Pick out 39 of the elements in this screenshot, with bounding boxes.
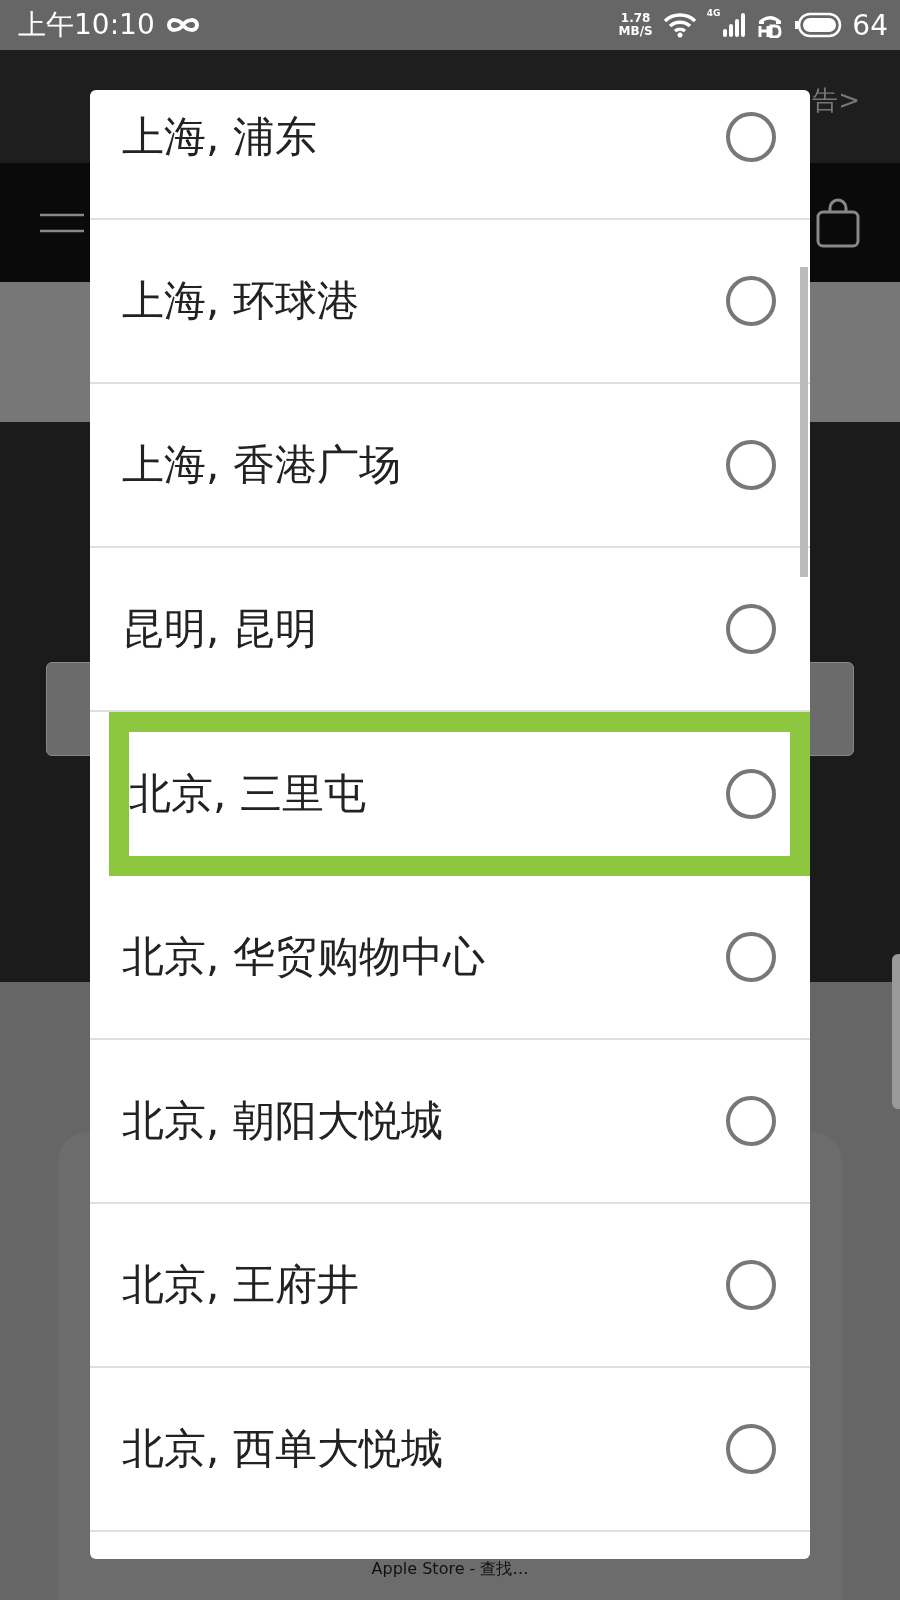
network-type: 4G xyxy=(706,8,721,18)
radio-button[interactable] xyxy=(726,1424,776,1474)
radio-button[interactable] xyxy=(726,932,776,982)
option-row[interactable]: 北京, 华贸购物中心 xyxy=(90,876,810,1040)
header-link[interactable]: 告> xyxy=(812,83,860,118)
network-speed: 1.78 xyxy=(620,12,651,25)
scrollbar[interactable] xyxy=(800,267,808,577)
battery-icon xyxy=(794,12,843,38)
option-label: 上海, 环球港 xyxy=(122,275,359,327)
clock: 上午10:10 xyxy=(18,7,155,43)
option-label: 北京, 三里屯 xyxy=(129,768,366,820)
infinity-icon xyxy=(164,15,201,35)
radio-button[interactable] xyxy=(726,1260,776,1310)
option-label: 北京, 西单大悦城 xyxy=(122,1423,443,1475)
menu-icon[interactable] xyxy=(40,211,84,234)
option-row[interactable]: 北京, 王府井 xyxy=(90,1204,810,1368)
option-label: 上海, 浦东 xyxy=(122,111,317,163)
radio-button[interactable] xyxy=(726,440,776,490)
option-row[interactable]: 北京, 三里屯 xyxy=(109,712,810,876)
signal-icon xyxy=(722,13,747,37)
speed-unit: MB/S xyxy=(618,25,653,38)
option-label: 上海, 香港广场 xyxy=(122,439,401,491)
radio-button[interactable] xyxy=(726,276,776,326)
radio-button[interactable] xyxy=(726,604,776,654)
radio-button[interactable] xyxy=(726,112,776,162)
page-title: Apple Store - 查找… xyxy=(371,1559,529,1578)
radio-button[interactable] xyxy=(726,769,776,819)
wifi-icon xyxy=(662,12,697,38)
option-row[interactable]: 北京, 朝阳大悦城 xyxy=(90,1040,810,1204)
option-row[interactable]: 北京, 西单大悦城 xyxy=(90,1368,810,1532)
option-label: 昆明, 昆明 xyxy=(122,603,317,655)
battery-level: 64 xyxy=(852,8,888,42)
option-row[interactable]: 上海, 浦东 xyxy=(90,90,810,220)
side-handle[interactable] xyxy=(892,954,900,1109)
option-label: 北京, 华贸购物中心 xyxy=(122,931,485,983)
option-label: 北京, 朝阳大悦城 xyxy=(122,1095,443,1147)
option-label: 北京, 王府井 xyxy=(122,1259,359,1311)
radio-button[interactable] xyxy=(726,1096,776,1146)
shopping-bag-icon[interactable] xyxy=(816,197,860,248)
